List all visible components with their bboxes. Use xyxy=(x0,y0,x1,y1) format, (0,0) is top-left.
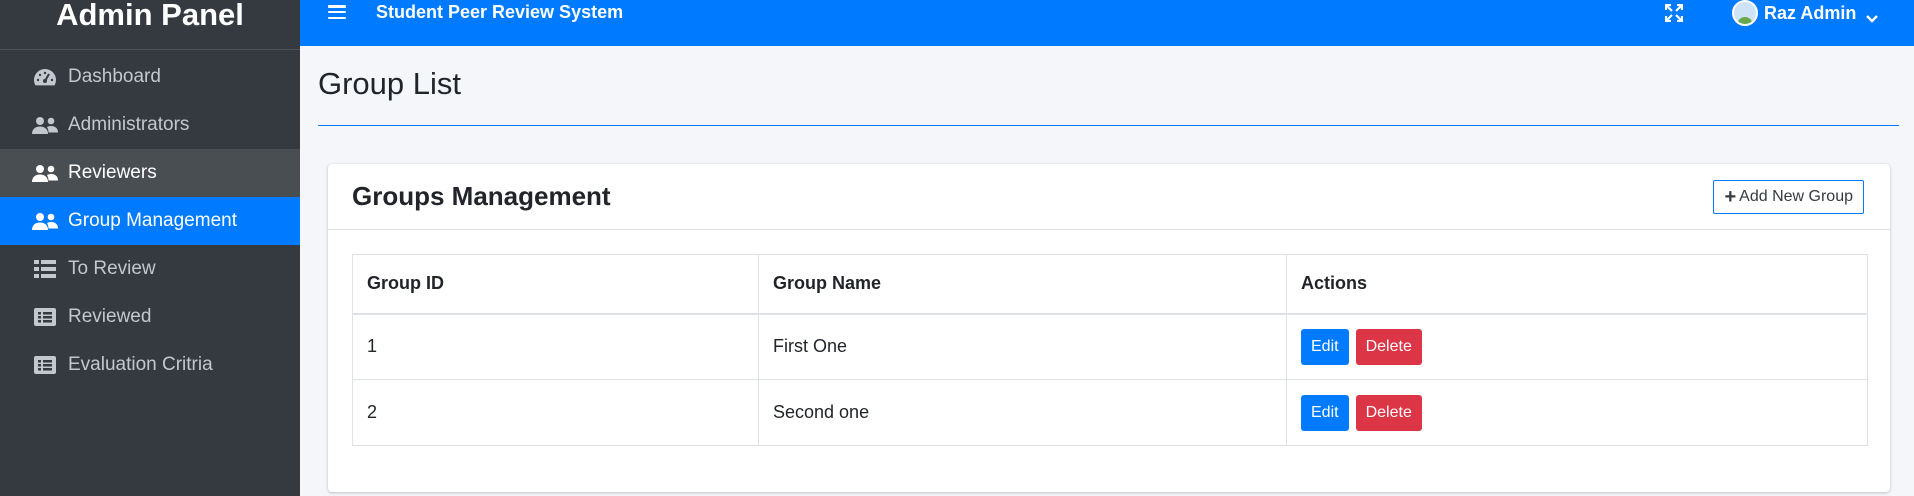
add-new-group-button[interactable]: + Add New Group xyxy=(1713,180,1864,214)
brand-text: Admin Panel xyxy=(56,0,244,32)
group-id-cell: 2 xyxy=(352,379,759,446)
edit-button[interactable]: Edit xyxy=(1301,328,1349,365)
edit-button[interactable]: Edit xyxy=(1301,394,1349,431)
group-name-cell: First One xyxy=(758,313,1287,380)
sidebar-item-label: Administrators xyxy=(68,114,190,135)
table-row: 1 First One Edit Delete xyxy=(352,313,1868,380)
app-title: Student Peer Review System xyxy=(376,1,624,22)
users-icon xyxy=(32,163,58,183)
top-navbar: Student Peer Review System Raz Admin xyxy=(300,0,1914,46)
sidebar-item-label: Evaluation Critria xyxy=(68,354,213,375)
actions-cell: Edit Delete xyxy=(1286,313,1868,380)
groups-card: Groups Management + Add New Group Group … xyxy=(328,164,1890,492)
sidebar-item-evaluation-critria[interactable]: Evaluation Critria xyxy=(0,341,300,389)
sidebar-item-reviewed[interactable]: Reviewed xyxy=(0,293,300,341)
card-header: Groups Management + Add New Group xyxy=(328,164,1890,230)
column-header-group-name: Group Name xyxy=(758,254,1287,315)
sidebar-item-label: Reviewed xyxy=(68,306,152,327)
header-divider xyxy=(318,125,1899,126)
column-header-actions: Actions xyxy=(1286,254,1868,315)
chevron-down-icon xyxy=(1866,8,1879,23)
group-name-cell: Second one xyxy=(758,379,1287,446)
sidebar-nav: Dashboard Administrators Reviewers Group… xyxy=(0,53,300,389)
sidebar-item-label: Dashboard xyxy=(68,66,161,87)
sidebar-item-group-management[interactable]: Group Management xyxy=(0,197,300,245)
group-id-cell: 1 xyxy=(352,313,759,380)
sidebar-item-label: To Review xyxy=(68,258,156,279)
card-title: Groups Management xyxy=(352,181,611,211)
table-header-row: Group ID Group Name Actions xyxy=(352,254,1868,315)
sidebar-item-dashboard[interactable]: Dashboard xyxy=(0,53,300,101)
column-header-group-id: Group ID xyxy=(352,254,759,315)
brand[interactable]: Admin Panel xyxy=(0,0,300,50)
page-title: Group List xyxy=(318,66,462,101)
content-header: Group List xyxy=(318,64,1899,104)
delete-button[interactable]: Delete xyxy=(1355,328,1422,365)
users-icon xyxy=(32,211,58,231)
sidebar-item-label: Group Management xyxy=(68,210,237,231)
groups-table: Group ID Group Name Actions 1 First One … xyxy=(352,254,1868,446)
delete-button[interactable]: Delete xyxy=(1355,394,1422,431)
user-name: Raz Admin xyxy=(1764,2,1857,23)
tachometer-icon xyxy=(32,67,58,87)
table-row: 2 Second one Edit Delete xyxy=(352,379,1868,446)
sidebar-item-administrators[interactable]: Administrators xyxy=(0,101,300,149)
users-icon xyxy=(32,115,58,135)
add-new-group-label: Add New Group xyxy=(1739,188,1853,205)
sidebar-item-reviewers[interactable]: Reviewers xyxy=(0,149,300,197)
list-alt-icon xyxy=(32,355,58,375)
list-alt-icon xyxy=(32,307,58,327)
plus-icon: + xyxy=(1724,186,1737,208)
sidebar: Admin Panel Dashboard Administrators Rev… xyxy=(0,0,300,496)
actions-cell: Edit Delete xyxy=(1286,379,1868,446)
user-menu[interactable]: Raz Admin xyxy=(1732,0,1879,26)
sidebar-item-label: Reviewers xyxy=(68,162,157,183)
fullscreen-icon[interactable] xyxy=(1664,3,1684,23)
list-icon xyxy=(32,259,58,279)
sidebar-item-to-review[interactable]: To Review xyxy=(0,245,300,293)
avatar xyxy=(1732,0,1758,26)
menu-toggle-icon[interactable] xyxy=(328,5,346,19)
